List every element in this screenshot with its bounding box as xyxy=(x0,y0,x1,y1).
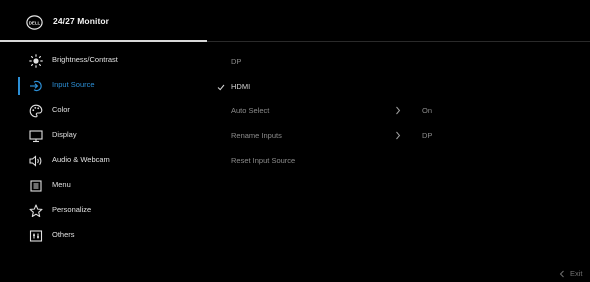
others-icon xyxy=(29,229,43,243)
dell-logo-text: DELL xyxy=(29,20,41,25)
submenu-item-label: Rename Inputs xyxy=(231,131,282,140)
menu-item-input-source[interactable]: Input Source xyxy=(0,76,207,96)
display-icon xyxy=(29,129,43,143)
menu-item-menu[interactable]: Menu xyxy=(0,176,207,196)
menu-item-others[interactable]: Others xyxy=(0,226,207,246)
menu-icon xyxy=(29,179,43,193)
header-active-underline xyxy=(0,40,207,42)
submenu-item-label: HDMI xyxy=(231,82,251,91)
menu-item-audio-webcam[interactable]: Audio & Webcam xyxy=(0,151,207,171)
menu-item-personalize[interactable]: Personalize xyxy=(0,201,207,221)
menu-item-display[interactable]: Display xyxy=(0,126,207,146)
menu-item-label: Brightness/Contrast xyxy=(52,55,118,64)
osd-header: DELL 24/27 Monitor xyxy=(0,0,590,44)
submenu-item-label: DP xyxy=(231,57,242,66)
dell-logo: DELL xyxy=(26,15,43,30)
menu-item-label: Others xyxy=(52,230,75,239)
exit-button[interactable]: Exit xyxy=(559,268,587,280)
menu-item-brightness-contrast[interactable]: Brightness/Contrast xyxy=(0,51,207,71)
checkmark-icon xyxy=(217,82,225,92)
chevron-right-icon xyxy=(394,105,402,116)
submenu-item-rename-inputs[interactable]: Rename Inputs DP xyxy=(211,127,511,147)
submenu-item-reset-input-source[interactable]: Reset Input Source xyxy=(211,152,511,172)
monitor-osd: DELL 24/27 Monitor Brightness/Contrast I… xyxy=(0,0,590,282)
menu-item-label: Personalize xyxy=(52,205,92,214)
exit-label: Exit xyxy=(570,269,583,278)
monitor-title: 24/27 Monitor xyxy=(53,16,110,26)
chevron-right-icon xyxy=(394,130,402,141)
chevron-left-icon xyxy=(559,270,565,278)
submenu-item-label: Auto Select xyxy=(231,106,270,115)
menu-item-label: Audio & Webcam xyxy=(52,155,110,164)
input-source-icon xyxy=(29,79,43,93)
submenu-item-auto-select[interactable]: Auto Select On xyxy=(211,102,511,122)
brightness-icon xyxy=(29,54,43,68)
menu-item-color[interactable]: Color xyxy=(0,101,207,121)
star-icon xyxy=(29,204,43,218)
color-palette-icon xyxy=(29,104,43,118)
auto-select-value: On xyxy=(422,106,433,115)
menu-item-label: Input Source xyxy=(52,80,95,89)
rename-inputs-value: DP xyxy=(422,131,433,140)
submenu-item-dp[interactable]: DP xyxy=(211,53,511,73)
menu-item-label: Menu xyxy=(52,180,71,189)
speaker-icon xyxy=(29,154,43,168)
submenu-item-label: Reset Input Source xyxy=(231,156,296,165)
menu-item-label: Color xyxy=(52,105,70,114)
submenu-item-hdmi[interactable]: HDMI xyxy=(211,78,511,98)
menu-item-label: Display xyxy=(52,130,77,139)
